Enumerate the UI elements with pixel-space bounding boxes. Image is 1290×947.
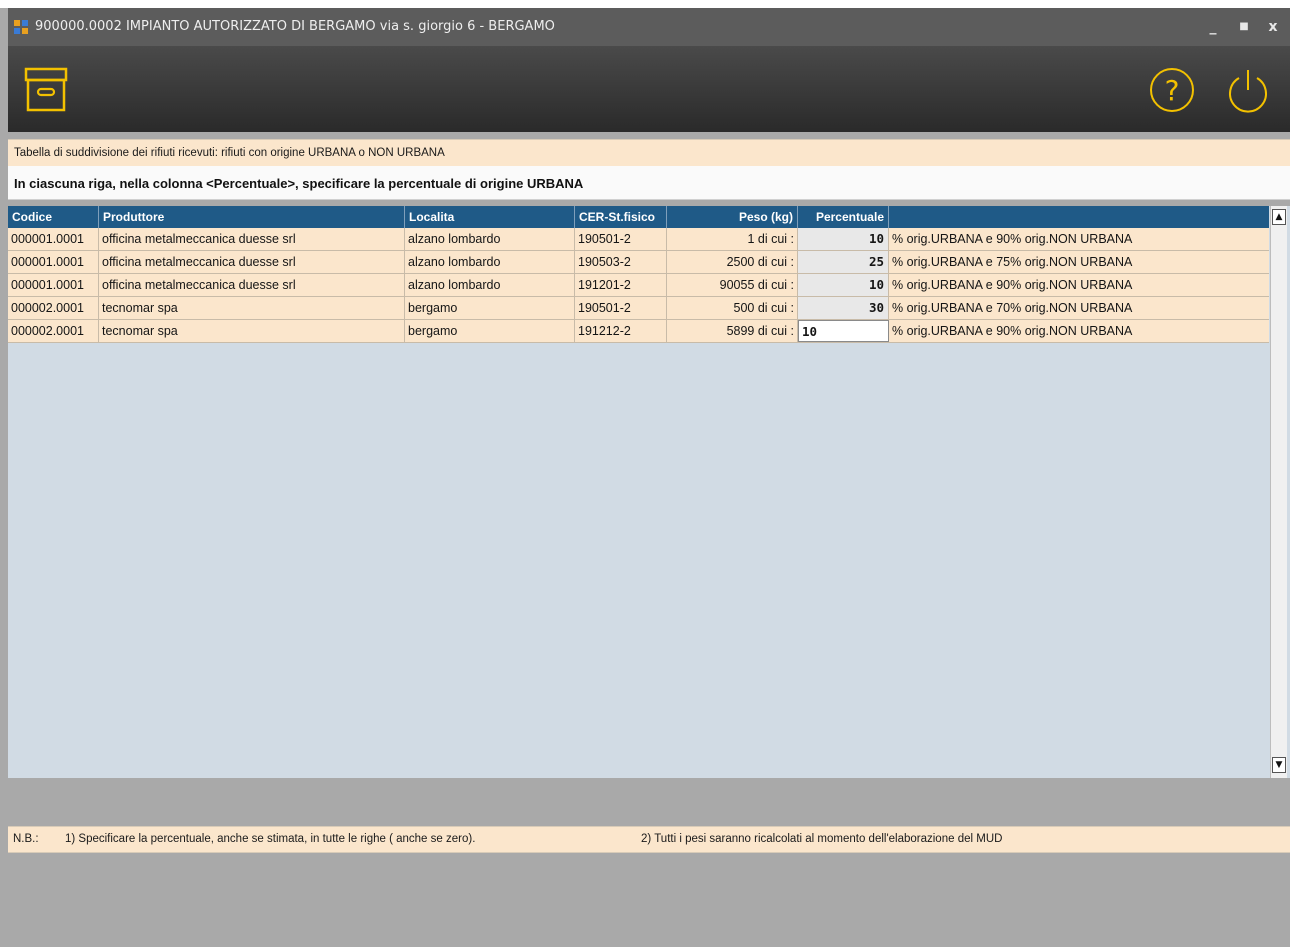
cell-note: % orig.URBANA e 90% orig.NON URBANA (892, 324, 1133, 338)
data-grid: Codice Produttore Localita CER-St.fisico… (8, 206, 1290, 778)
percentuale-input[interactable]: 30 (798, 297, 889, 319)
table-row[interactable]: 000001.0001 officina metalmeccanica dues… (8, 251, 1269, 274)
grid-header: Codice Produttore Localita CER-St.fisico… (8, 206, 1269, 228)
toolbar: ? (8, 46, 1290, 132)
cell-cer: 190503-2 (575, 251, 667, 273)
percentuale-input[interactable]: 10 (798, 228, 889, 250)
percentuale-input[interactable]: 25 (798, 251, 889, 273)
cell-localita: bergamo (405, 320, 575, 342)
cell-note: % orig.URBANA e 90% orig.NON URBANA (892, 232, 1133, 246)
percentuale-input-active[interactable]: 10 (798, 320, 889, 342)
header-note (889, 206, 1269, 228)
table-row[interactable]: 000002.0001 tecnomar spa bergamo 191212-… (8, 320, 1269, 343)
title-bar: 900000.0002 IMPIANTO AUTORIZZATO DI BERG… (8, 8, 1290, 46)
app-window: 900000.0002 IMPIANTO AUTORIZZATO DI BERG… (8, 8, 1290, 947)
cell-cer: 191201-2 (575, 274, 667, 296)
cell-codice: 000001.0001 (8, 228, 99, 250)
footer-note-bar: N.B.: 1) Specificare la percentuale, anc… (8, 826, 1290, 853)
table-row[interactable]: 000002.0001 tecnomar spa bergamo 190501-… (8, 297, 1269, 320)
header-percentuale[interactable]: Percentuale (798, 206, 889, 228)
cell-produttore: officina metalmeccanica duesse srl (99, 251, 405, 273)
scroll-up-button[interactable]: ▲ (1272, 209, 1286, 225)
table-row[interactable]: 000001.0001 officina metalmeccanica dues… (8, 274, 1269, 297)
close-button[interactable]: x (1262, 16, 1284, 38)
cell-cer: 191212-2 (575, 320, 667, 342)
table-row[interactable]: 000001.0001 officina metalmeccanica dues… (8, 228, 1269, 251)
cell-codice: 000001.0001 (8, 274, 99, 296)
instruction-bar: In ciascuna riga, nella colonna <Percent… (8, 166, 1290, 200)
cell-cer: 190501-2 (575, 228, 667, 250)
cell-localita: alzano lombardo (405, 274, 575, 296)
cell-localita: alzano lombardo (405, 251, 575, 273)
cell-note: % orig.URBANA e 70% orig.NON URBANA (892, 301, 1133, 315)
cell-peso: 5899 di cui : (667, 320, 798, 342)
cell-produttore: tecnomar spa (99, 320, 405, 342)
cell-note: % orig.URBANA e 75% orig.NON URBANA (892, 255, 1133, 269)
header-localita[interactable]: Localita (405, 206, 575, 228)
footer-note-2: 2) Tutti i pesi saranno ricalcolati al m… (641, 833, 1003, 845)
cell-peso: 1 di cui : (667, 228, 798, 250)
percentuale-input[interactable]: 10 (798, 274, 889, 296)
header-codice[interactable]: Codice (8, 206, 99, 228)
header-produttore[interactable]: Produttore (99, 206, 405, 228)
footer-note-1: 1) Specificare la percentuale, anche se … (65, 833, 476, 845)
help-icon[interactable]: ? (1148, 66, 1196, 114)
cell-produttore: officina metalmeccanica duesse srl (99, 228, 405, 250)
instruction-text: In ciascuna riga, nella colonna <Percent… (14, 176, 584, 191)
header-peso[interactable]: Peso (kg) (667, 206, 798, 228)
table-subtitle: Tabella di suddivisione dei rifiuti rice… (14, 147, 445, 159)
cell-peso: 90055 di cui : (667, 274, 798, 296)
cell-localita: bergamo (405, 297, 575, 319)
cell-peso: 2500 di cui : (667, 251, 798, 273)
svg-text:?: ? (1165, 74, 1180, 107)
app-icon (14, 20, 28, 34)
table-subtitle-bar: Tabella di suddivisione dei rifiuti rice… (8, 139, 1290, 168)
cell-codice: 000002.0001 (8, 320, 99, 342)
cell-produttore: officina metalmeccanica duesse srl (99, 274, 405, 296)
minimize-button[interactable]: _ (1202, 16, 1224, 38)
cell-codice: 000002.0001 (8, 297, 99, 319)
cell-peso: 500 di cui : (667, 297, 798, 319)
cell-codice: 000001.0001 (8, 251, 99, 273)
maximize-button[interactable]: ■ (1233, 16, 1255, 38)
footer-nb-label: N.B.: (13, 833, 39, 845)
scroll-down-button[interactable]: ▼ (1272, 757, 1286, 773)
top-band (0, 0, 1290, 8)
window-title: 900000.0002 IMPIANTO AUTORIZZATO DI BERG… (35, 19, 555, 34)
cell-produttore: tecnomar spa (99, 297, 405, 319)
cell-cer: 190501-2 (575, 297, 667, 319)
vertical-scrollbar[interactable]: ▲ ▼ (1270, 206, 1287, 778)
cell-localita: alzano lombardo (405, 228, 575, 250)
power-icon[interactable] (1224, 66, 1272, 114)
cell-note: % orig.URBANA e 90% orig.NON URBANA (892, 278, 1133, 292)
archive-box-icon[interactable] (22, 67, 70, 113)
header-cer[interactable]: CER-St.fisico (575, 206, 667, 228)
